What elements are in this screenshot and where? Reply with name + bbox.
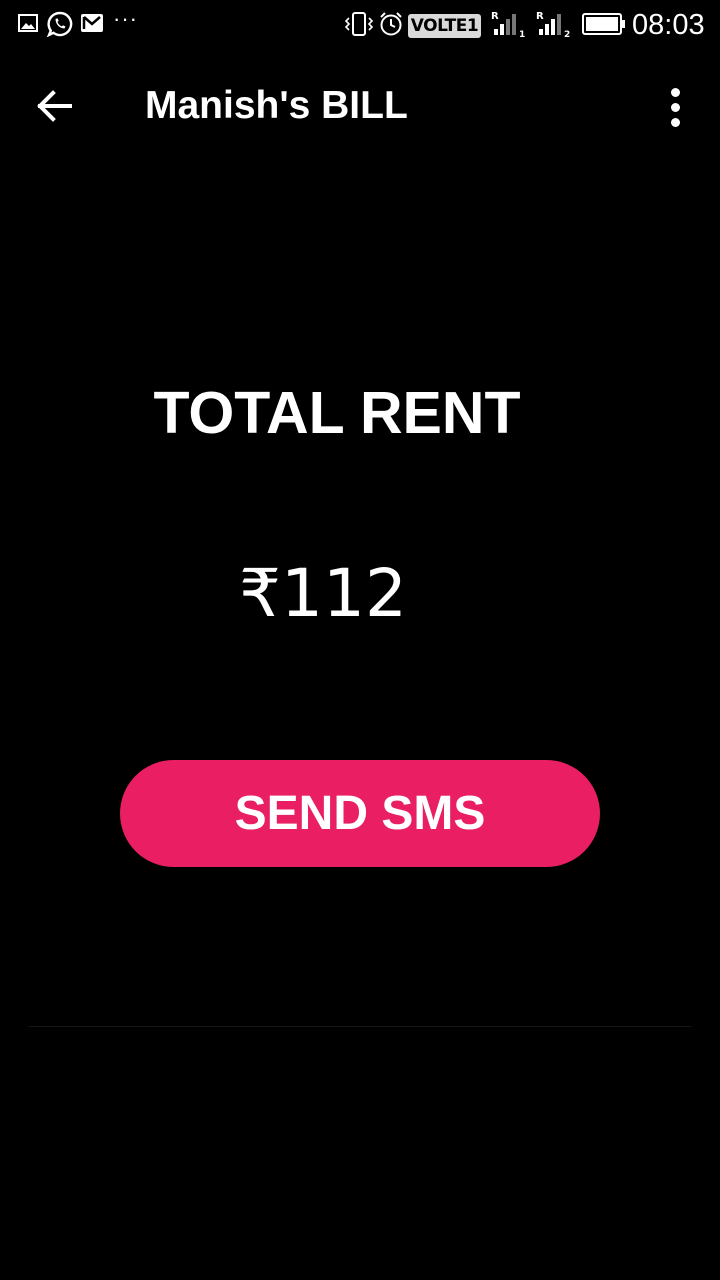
battery-icon <box>582 13 625 35</box>
signal-icon: R 2 <box>536 11 570 38</box>
total-rent-label: TOTAL RENT <box>153 380 521 446</box>
sim1-slot-label: 1 <box>519 30 525 38</box>
more-vert-icon <box>671 118 680 127</box>
clock-time: 08:03 <box>632 9 705 41</box>
volte-slot: 1 <box>466 16 479 36</box>
more-notifications-icon: ··· <box>113 6 138 31</box>
send-sms-button[interactable]: SEND SMS <box>120 760 600 867</box>
back-button[interactable] <box>24 76 88 136</box>
gallery-icon <box>18 14 38 32</box>
divider <box>28 1026 692 1027</box>
sim1-roaming-label: R <box>491 11 499 22</box>
whatsapp-icon <box>47 11 73 37</box>
gmail-icon <box>81 14 103 32</box>
status-bar: ··· VOLTE1 R 1 R 2 08:03 <box>0 0 720 50</box>
alarm-icon <box>380 12 402 36</box>
more-vert-icon <box>671 88 680 97</box>
volte-label: VOLTE <box>410 16 468 36</box>
volte-badge: VOLTE1 <box>408 14 481 38</box>
more-vert-icon <box>671 103 680 112</box>
app-bar: Manish's BILL <box>0 50 720 162</box>
arrow-back-icon <box>37 90 72 122</box>
signal-icon: R 1 <box>491 11 525 38</box>
vibrate-icon <box>344 12 374 36</box>
sim2-slot-label: 2 <box>564 30 570 38</box>
page-title: Manish's BILL <box>145 84 408 127</box>
more-options-button[interactable] <box>652 76 700 136</box>
total-amount: ₹112 <box>239 555 407 632</box>
sim2-roaming-label: R <box>536 11 544 22</box>
